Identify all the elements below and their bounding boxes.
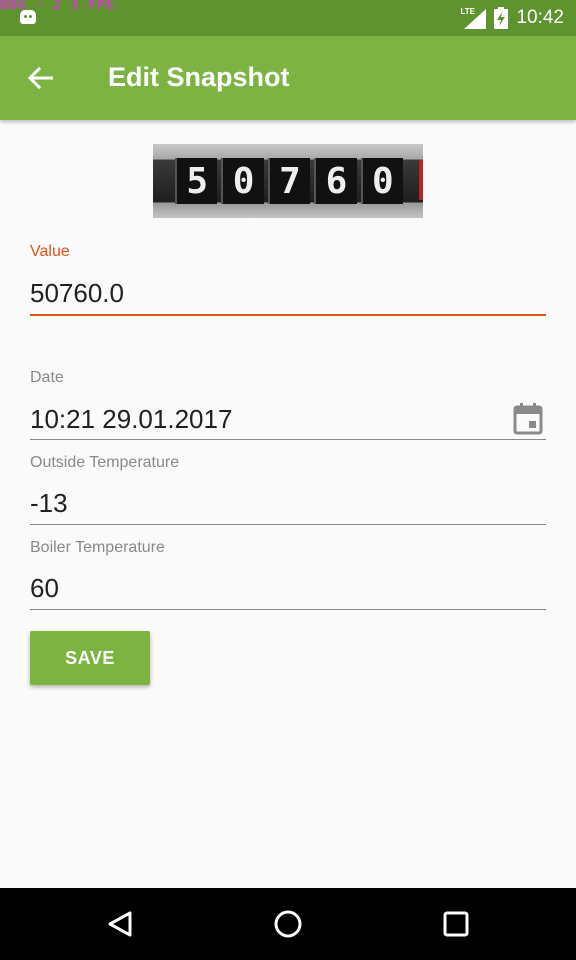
debug-fps-text: DBG · 2 3 FPS: [0, 0, 115, 13]
meter-red-marker: [419, 160, 423, 200]
outside-temperature-input-text: -13: [30, 488, 68, 518]
page-title: Edit Snapshot: [108, 62, 290, 92]
system-nav-bar: [0, 888, 576, 960]
recents-square-icon: [443, 911, 469, 937]
date-underline: [30, 439, 546, 440]
date-label: Date: [30, 369, 64, 386]
lte-signal-icon: LTE: [460, 7, 487, 29]
save-button[interactable]: SAVE: [30, 631, 150, 685]
date-field[interactable]: 10:21 29.01.2017: [30, 396, 546, 440]
meter-digit: 6: [314, 158, 357, 204]
value-field[interactable]: 50760.0: [30, 272, 546, 318]
status-bar: DBG · 2 3 FPS LTE 10:42: [0, 0, 576, 36]
nav-recents-button[interactable]: [432, 902, 480, 946]
back-triangle-icon: [108, 911, 132, 937]
meter-digit: 0: [360, 158, 404, 204]
app-bar: Edit Snapshot: [0, 36, 576, 120]
outside-temperature-underline: [30, 524, 546, 525]
meter-snapshot-image: 5 0 7 6 0: [153, 144, 423, 218]
home-circle-icon: [274, 910, 302, 938]
outside-temperature-label: Outside Temperature: [30, 454, 180, 471]
value-underline: [30, 314, 546, 316]
nav-home-button[interactable]: [264, 902, 312, 946]
date-input-text: 10:21 29.01.2017: [30, 404, 233, 434]
meter-digit: 0: [221, 158, 264, 204]
back-button[interactable]: [16, 54, 64, 102]
meter-digit: 5: [175, 158, 218, 204]
boiler-temperature-label: Boiler Temperature: [30, 539, 165, 556]
boiler-temperature-field[interactable]: 60: [30, 565, 546, 609]
meter-digits: 5 0 7 6 0: [175, 158, 404, 204]
boiler-temperature-underline: [30, 609, 546, 610]
status-right: LTE 10:42: [460, 0, 564, 36]
outside-temperature-field[interactable]: -13: [30, 480, 546, 524]
nav-back-button[interactable]: [96, 902, 144, 946]
android-debug-icon: [20, 10, 36, 24]
boiler-temperature-input-text: 60: [30, 573, 59, 603]
calendar-icon[interactable]: [513, 403, 543, 435]
arrow-back-icon: [27, 66, 53, 90]
battery-charging-icon: [494, 7, 509, 29]
value-input-text: 50760.0: [30, 278, 124, 308]
meter-digit: 7: [267, 158, 311, 204]
status-clock: 10:42: [516, 7, 564, 28]
value-label: Value: [30, 243, 70, 260]
